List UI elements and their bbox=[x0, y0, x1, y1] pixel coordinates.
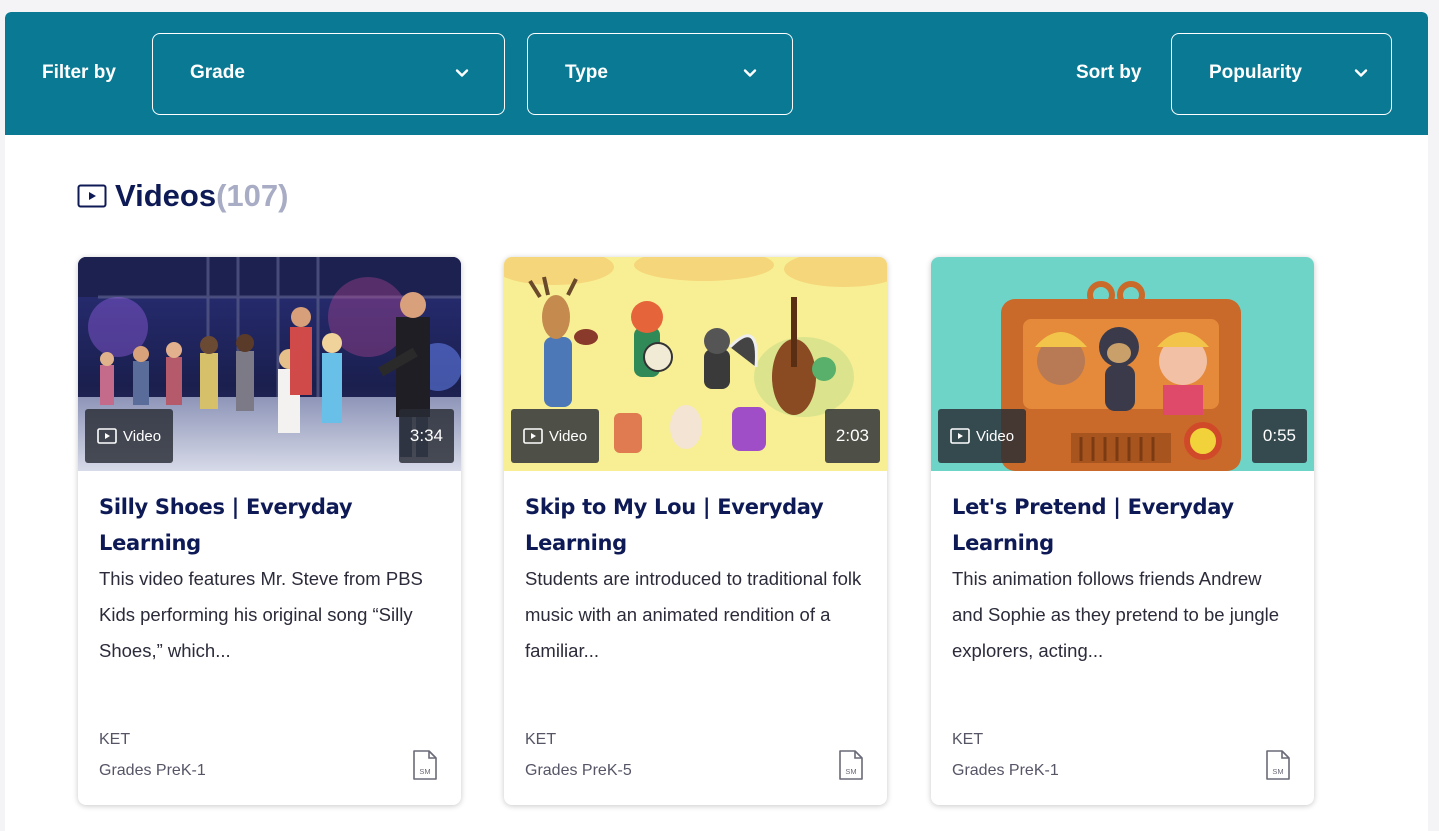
video-thumbnail[interactable]: Video 3:34 bbox=[78, 257, 461, 471]
video-icon bbox=[97, 428, 117, 444]
video-type-badge: Video bbox=[85, 409, 174, 463]
sort-dropdown-label: Popularity bbox=[1209, 62, 1302, 83]
card-body: Skip to My Lou | Everyday Learning Stude… bbox=[525, 489, 865, 669]
card-body: Silly Shoes | Everyday Learning This vid… bbox=[99, 489, 439, 669]
video-card[interactable]: Video 3:34 Silly Shoes | Everyday Learni… bbox=[78, 257, 461, 805]
search-results-panel: Filter by Grade Type Sort by Popularity bbox=[5, 12, 1428, 831]
sort-dropdown[interactable]: Popularity bbox=[1171, 33, 1392, 115]
video-card[interactable]: Video 0:55 Let's Pretend | Everyday Lear… bbox=[931, 257, 1314, 805]
video-duration: 2:03 bbox=[824, 409, 880, 463]
video-description: This video features Mr. Steve from PBS K… bbox=[99, 568, 423, 661]
sm-document-icon: SM bbox=[413, 750, 437, 780]
video-description: This animation follows friends Andrew an… bbox=[952, 568, 1280, 661]
video-title[interactable]: Skip to My Lou | Everyday Learning bbox=[525, 489, 865, 561]
grade-dropdown[interactable]: Grade bbox=[152, 33, 505, 115]
sm-icon-text: SM bbox=[419, 767, 430, 776]
video-source: KET bbox=[952, 731, 984, 748]
filter-bar: Filter by Grade Type Sort by Popularity bbox=[5, 12, 1428, 135]
video-duration: 3:34 bbox=[398, 409, 454, 463]
video-grades: Grades PreK-1 bbox=[99, 762, 206, 779]
sort-by-label: Sort by bbox=[1076, 62, 1142, 83]
page: Filter by Grade Type Sort by Popularity bbox=[0, 0, 1439, 831]
video-title[interactable]: Let's Pretend | Everyday Learning bbox=[952, 489, 1292, 561]
chevron-down-icon bbox=[455, 69, 469, 77]
sm-document-icon: SM bbox=[1266, 750, 1290, 780]
video-source: KET bbox=[99, 731, 131, 748]
section-title: Videos bbox=[115, 178, 217, 213]
type-dropdown-label: Type bbox=[565, 62, 608, 83]
chevron-down-icon bbox=[1354, 69, 1368, 77]
video-type-badge: Video bbox=[511, 409, 600, 463]
video-type-label: Video bbox=[976, 427, 1015, 445]
video-source: KET bbox=[525, 731, 557, 748]
grade-dropdown-label: Grade bbox=[190, 62, 245, 83]
type-dropdown[interactable]: Type bbox=[527, 33, 793, 115]
sm-icon-text: SM bbox=[845, 767, 856, 776]
video-duration: 0:55 bbox=[1251, 409, 1307, 463]
video-description: Students are introduced to traditional f… bbox=[525, 568, 862, 661]
video-icon bbox=[950, 428, 970, 444]
video-icon bbox=[523, 428, 543, 444]
chevron-down-icon bbox=[743, 69, 757, 77]
video-thumbnail[interactable]: Video 0:55 bbox=[931, 257, 1314, 471]
video-grades: Grades PreK-1 bbox=[952, 762, 1059, 779]
videos-section-heading: Videos (107) bbox=[77, 176, 288, 216]
video-title[interactable]: Silly Shoes | Everyday Learning bbox=[99, 489, 439, 561]
sm-document-icon: SM bbox=[839, 750, 863, 780]
section-count: (107) bbox=[216, 178, 289, 213]
video-thumbnail[interactable]: Video 2:03 bbox=[504, 257, 887, 471]
card-body: Let's Pretend | Everyday Learning This a… bbox=[952, 489, 1292, 669]
video-grades: Grades PreK-5 bbox=[525, 762, 632, 779]
video-icon bbox=[77, 184, 107, 208]
filter-by-label: Filter by bbox=[42, 62, 116, 83]
video-type-label: Video bbox=[549, 427, 588, 445]
sm-icon-text: SM bbox=[1272, 767, 1283, 776]
video-card[interactable]: Video 2:03 Skip to My Lou | Everyday Lea… bbox=[504, 257, 887, 805]
video-type-label: Video bbox=[123, 427, 162, 445]
video-type-badge: Video bbox=[938, 409, 1027, 463]
